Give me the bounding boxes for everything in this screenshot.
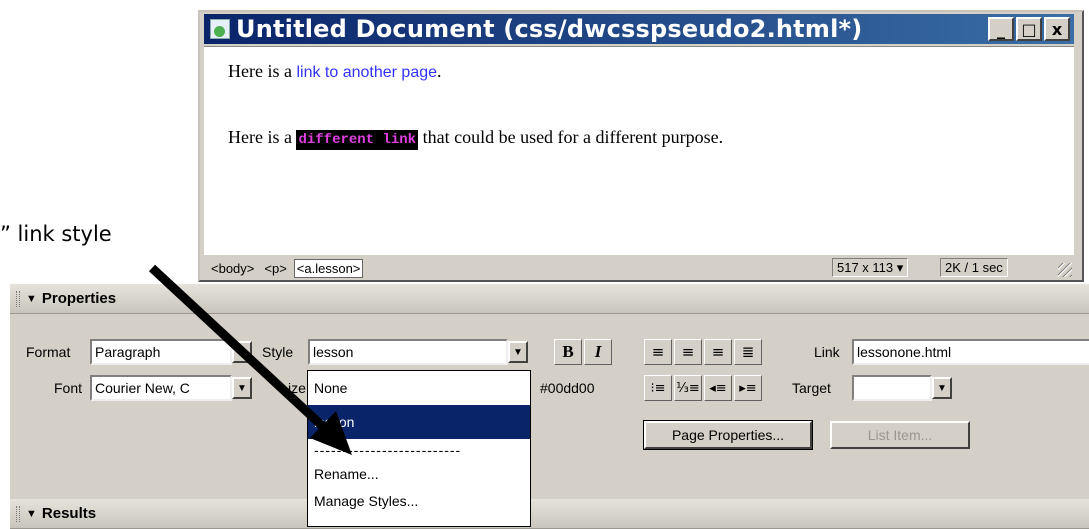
list-item-button[interactable]: List Item... (830, 421, 970, 449)
font-select[interactable]: Courier New, C (90, 375, 232, 401)
target-dropdown-button[interactable]: ▼ (932, 377, 952, 399)
indent-button[interactable]: ▸≡ (734, 375, 762, 401)
italic-icon: I (594, 342, 602, 361)
design-view[interactable]: Here is a link to another page. Here is … (204, 46, 1074, 255)
unordered-list-button[interactable]: ⁝≡ (644, 375, 672, 401)
properties-header[interactable]: ▼ Properties (10, 284, 1089, 314)
style-option-rename[interactable]: Rename... (308, 461, 530, 488)
align-center-button[interactable]: ≡ (674, 339, 702, 365)
indent-icon: ▸≡ (739, 380, 757, 396)
style-dropdown-list[interactable]: None lesson -------------------------- R… (307, 370, 531, 527)
style-select[interactable]: lesson (308, 339, 508, 365)
style-dropdown-button[interactable]: ▼ (508, 341, 528, 363)
para1-suffix: . (437, 61, 442, 81)
ordered-list-button[interactable]: ⅓≡ (674, 375, 702, 401)
style-option-separator: -------------------------- (314, 442, 462, 458)
window-size-menu[interactable]: 517 x 113 ▾ (832, 258, 909, 277)
size-label: ize (288, 380, 306, 396)
properties-panel: ▼ Properties Format Paragraph ▼ Style le… (8, 282, 1089, 529)
align-right-button[interactable]: ≡ (704, 339, 732, 365)
justify-icon: ≣ (741, 343, 755, 361)
chevron-down-icon: ▼ (937, 382, 947, 394)
paragraph-2: Here is a different link that could be u… (228, 127, 724, 150)
properties-title: Properties (41, 290, 117, 307)
para2-suffix: that could be used for a different purpo… (418, 127, 724, 147)
link-input[interactable]: lessonone.html (852, 339, 1089, 365)
align-right-icon: ≡ (711, 343, 725, 361)
font-label: Font (54, 380, 83, 396)
minimize-icon: _ (997, 19, 1005, 39)
target-label: Target (792, 380, 831, 396)
window-title: Untitled Document (css/dwcsspseudo2.html… (236, 15, 863, 43)
panel-grip-icon[interactable] (16, 290, 20, 307)
tag-p[interactable]: <p> (261, 259, 289, 278)
results-header[interactable]: ▼ Results (10, 499, 1089, 529)
chevron-down-icon: ▼ (513, 346, 523, 358)
style-option-manage-styles[interactable]: Manage Styles... (308, 488, 530, 515)
link-label: Link (814, 344, 840, 360)
para2-prefix: Here is a (228, 127, 297, 147)
title-bar[interactable]: Untitled Document (css/dwcsspseudo2.html… (204, 14, 1074, 44)
justify-button[interactable]: ≣ (734, 339, 762, 365)
expand-triangle-icon: ▼ (26, 507, 37, 520)
panel-grip-icon[interactable] (16, 505, 20, 522)
unordered-list-icon: ⁝≡ (650, 380, 666, 396)
callout-label: ” link style (0, 222, 112, 246)
bold-icon: B (562, 342, 574, 361)
maximize-button[interactable]: □ (1016, 17, 1042, 41)
chevron-down-icon: ▼ (237, 382, 247, 394)
para1-prefix: Here is a (228, 61, 297, 81)
outdent-icon: ◂≡ (709, 380, 727, 396)
tag-a-lesson[interactable]: <a.lesson> (293, 258, 364, 278)
document-icon (210, 19, 230, 39)
font-dropdown-button[interactable]: ▼ (232, 377, 252, 399)
style-label: Style (262, 344, 294, 360)
document-window: Untitled Document (css/dwcsspseudo2.html… (198, 10, 1084, 282)
paragraph-1: Here is a link to another page. (228, 61, 442, 82)
align-center-icon: ≡ (681, 343, 695, 361)
close-icon: x (1051, 19, 1063, 39)
status-bar: <body> <p> <a.lesson> 517 x 113 ▾ 2K / 1… (204, 257, 1074, 279)
format-dropdown-button[interactable]: ▼ (232, 341, 252, 363)
tag-body[interactable]: <body> (208, 259, 257, 278)
chevron-down-icon: ▼ (237, 346, 247, 358)
format-select[interactable]: Paragraph (90, 339, 232, 365)
download-time: 2K / 1 sec (940, 258, 1008, 277)
window-controls: _ □ x (988, 17, 1070, 41)
text-color-value[interactable]: #00dd00 (540, 380, 595, 396)
maximize-icon: □ (1021, 19, 1037, 39)
minimize-button[interactable]: _ (988, 17, 1014, 41)
style-option-none[interactable]: None (308, 371, 530, 405)
align-left-icon: ≡ (651, 343, 665, 361)
expand-triangle-icon: ▼ (26, 292, 37, 305)
resize-grip-icon[interactable] (1058, 263, 1072, 277)
ordered-list-icon: ⅓≡ (676, 380, 700, 396)
link-to-another-page[interactable]: link to another page (296, 64, 437, 81)
format-label: Format (26, 344, 71, 360)
align-left-button[interactable]: ≡ (644, 339, 672, 365)
outdent-button[interactable]: ◂≡ (704, 375, 732, 401)
target-select[interactable] (852, 375, 932, 401)
bold-button[interactable]: B (554, 339, 582, 365)
style-option-lesson[interactable]: lesson (308, 405, 530, 439)
results-title: Results (41, 505, 97, 522)
close-button[interactable]: x (1044, 17, 1070, 41)
different-link[interactable]: different link (296, 130, 419, 150)
italic-button[interactable]: I (584, 339, 612, 365)
page-properties-button[interactable]: Page Properties... (643, 420, 813, 450)
